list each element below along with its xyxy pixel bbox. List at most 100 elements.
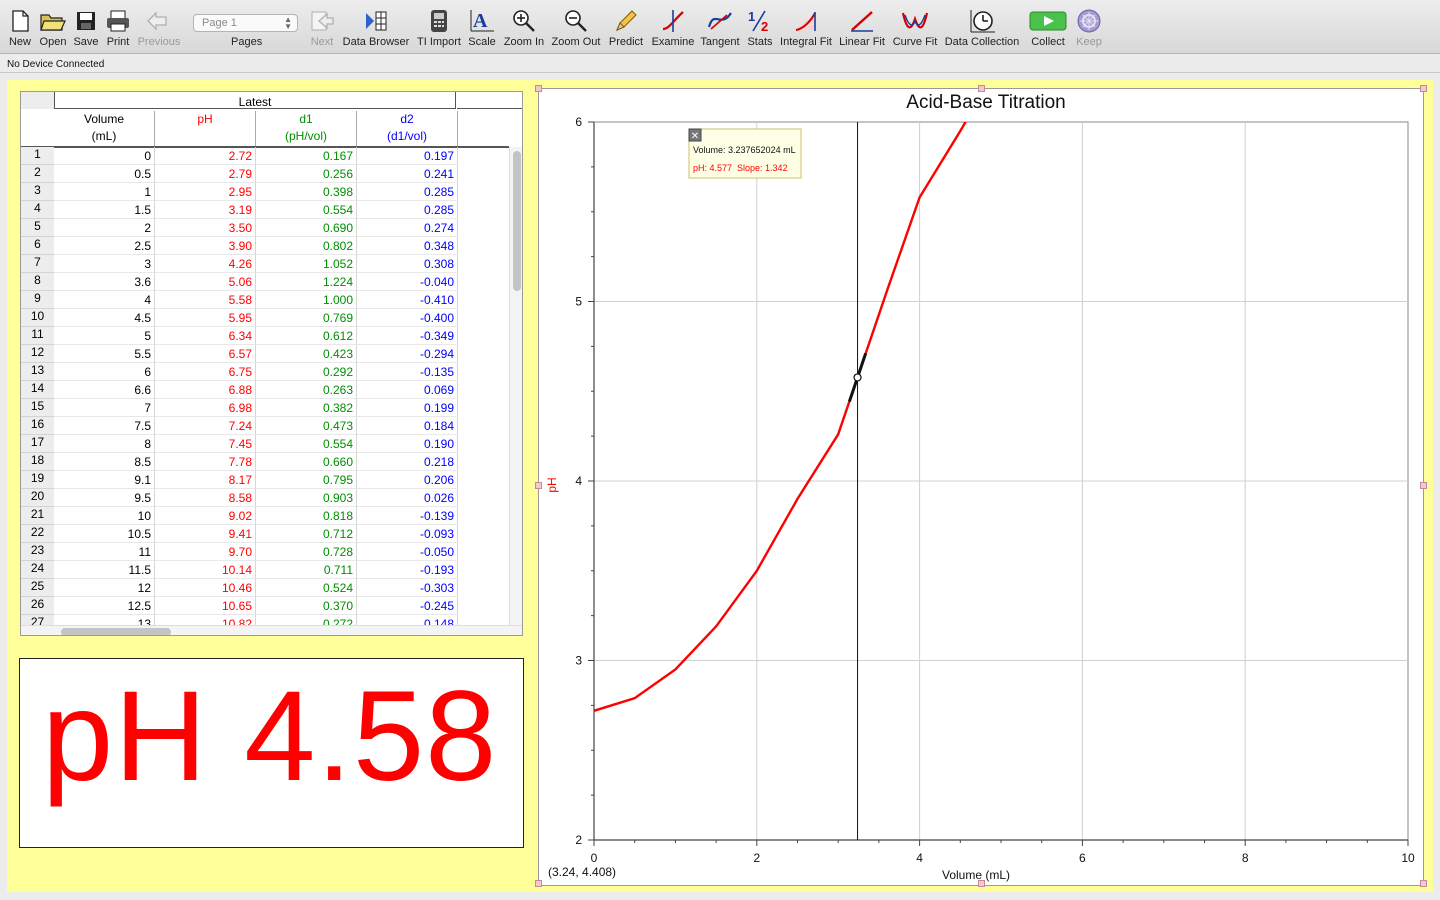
table-cell[interactable]: 9.1 [54,471,155,489]
table-cell[interactable]: -0.400 [357,309,458,327]
table-cell[interactable]: 1.5 [54,201,155,219]
table-cell[interactable]: 0.348 [357,237,458,255]
table-cell[interactable]: 0.473 [256,417,357,435]
table-cell[interactable]: 1 [54,183,155,201]
table-cell[interactable]: -0.050 [357,543,458,561]
table-cell[interactable]: 12 [54,579,155,597]
row-number[interactable]: 16 [21,417,54,435]
table-cell[interactable]: 0.554 [256,435,357,453]
table-cell[interactable]: -0.349 [357,327,458,345]
table-cell[interactable]: 9.02 [155,507,256,525]
row-number[interactable]: 17 [21,435,54,453]
table-cell[interactable]: 1.052 [256,255,357,273]
table-cell[interactable]: 0.554 [256,201,357,219]
collect-button[interactable]: Collect [1026,6,1070,52]
table-cell[interactable]: 9.41 [155,525,256,543]
integral-fit-button[interactable]: Integral Fit [778,6,834,52]
table-cell[interactable]: 0.308 [357,255,458,273]
resize-handle[interactable] [1420,880,1427,887]
table-cell[interactable]: 0.370 [256,597,357,615]
table-cell[interactable]: 0.292 [256,363,357,381]
row-number[interactable]: 23 [21,543,54,561]
table-cell[interactable]: -0.139 [357,507,458,525]
table-cell[interactable]: 9.70 [155,543,256,561]
data-browser-button[interactable]: Data Browser [342,6,410,52]
table-cell[interactable]: 0.423 [256,345,357,363]
row-number[interactable]: 20 [21,489,54,507]
table-cell[interactable]: 0.660 [256,453,357,471]
resize-handle[interactable] [535,482,542,489]
table-cell[interactable]: 0.218 [357,453,458,471]
predict-button[interactable]: Predict [606,6,646,52]
table-cell[interactable]: -0.245 [357,597,458,615]
table-cell[interactable]: -0.040 [357,273,458,291]
next-button[interactable]: Next [306,6,338,52]
table-cell[interactable]: 0.690 [256,219,357,237]
table-cell[interactable]: 4 [54,291,155,309]
table-cell[interactable]: 0.069 [357,381,458,399]
row-number[interactable]: 7 [21,255,54,273]
table-cell[interactable]: 0.769 [256,309,357,327]
table-cell[interactable]: 6.88 [155,381,256,399]
table-cell[interactable]: 0.612 [256,327,357,345]
row-number[interactable]: 6 [21,237,54,255]
titration-graph[interactable]: 0 2 4 6 8 1023456Acid-Base TitrationVolume (m… [539,89,1425,887]
table-cell[interactable]: 5.58 [155,291,256,309]
table-cell[interactable]: 0.524 [256,579,357,597]
row-number[interactable]: 14 [21,381,54,399]
table-cell[interactable]: 0.398 [256,183,357,201]
new-button[interactable]: New [4,6,36,52]
previous-button[interactable]: Previous [136,6,182,52]
table-cell[interactable]: 5 [54,327,155,345]
table-cell[interactable]: 0.728 [256,543,357,561]
table-cell[interactable]: 0.263 [256,381,357,399]
table-cell[interactable]: 6.98 [155,399,256,417]
table-cell[interactable]: 10.5 [54,525,155,543]
table-cell[interactable]: 7.78 [155,453,256,471]
table-cell[interactable]: 9.5 [54,489,155,507]
scale-button[interactable]: A Scale [466,6,498,52]
zoom-out-button[interactable]: Zoom Out [550,6,602,52]
table-cell[interactable]: 6 [54,363,155,381]
column-header[interactable]: d1 (pH/vol) [256,111,357,147]
tangent-button[interactable]: Tangent [698,6,742,52]
table-cell[interactable]: 10.65 [155,597,256,615]
table-cell[interactable]: -0.093 [357,525,458,543]
resize-handle[interactable] [1420,85,1427,92]
column-header[interactable]: pH [155,111,256,147]
table-cell[interactable]: 5.5 [54,345,155,363]
table-cell[interactable]: 0.903 [256,489,357,507]
table-cell[interactable]: 0 [54,147,155,165]
resize-handle[interactable] [978,880,985,887]
resize-handle[interactable] [535,880,542,887]
resize-handle[interactable] [978,85,985,92]
row-number[interactable]: 13 [21,363,54,381]
row-number[interactable]: 12 [21,345,54,363]
table-cell[interactable]: 8 [54,435,155,453]
examine-button[interactable]: Examine [650,6,696,52]
table-cell[interactable]: -0.410 [357,291,458,309]
horizontal-scroll-thumb[interactable] [61,628,171,635]
table-cell[interactable]: 8.58 [155,489,256,507]
row-number[interactable]: 2 [21,165,54,183]
column-header[interactable]: Volume (mL) [54,111,155,147]
page-select[interactable]: Page 1 ▲ ▼ [193,14,298,32]
table-cell[interactable]: 4.26 [155,255,256,273]
table-cell[interactable]: -0.303 [357,579,458,597]
table-cell[interactable]: 1.000 [256,291,357,309]
table-cell[interactable]: 0.285 [357,201,458,219]
table-cell[interactable]: 0.711 [256,561,357,579]
table-cell[interactable]: 0.256 [256,165,357,183]
table-cell[interactable]: 3.90 [155,237,256,255]
table-cell[interactable]: 3.19 [155,201,256,219]
table-cell[interactable]: 6.75 [155,363,256,381]
row-number[interactable]: 5 [21,219,54,237]
keep-button[interactable]: Keep [1072,6,1106,52]
table-cell[interactable]: 0.197 [357,147,458,165]
table-cell[interactable]: -0.294 [357,345,458,363]
row-number[interactable]: 1 [21,147,54,165]
table-cell[interactable]: 2.79 [155,165,256,183]
row-number[interactable]: 24 [21,561,54,579]
table-cell[interactable]: 0.802 [256,237,357,255]
row-number[interactable]: 4 [21,201,54,219]
